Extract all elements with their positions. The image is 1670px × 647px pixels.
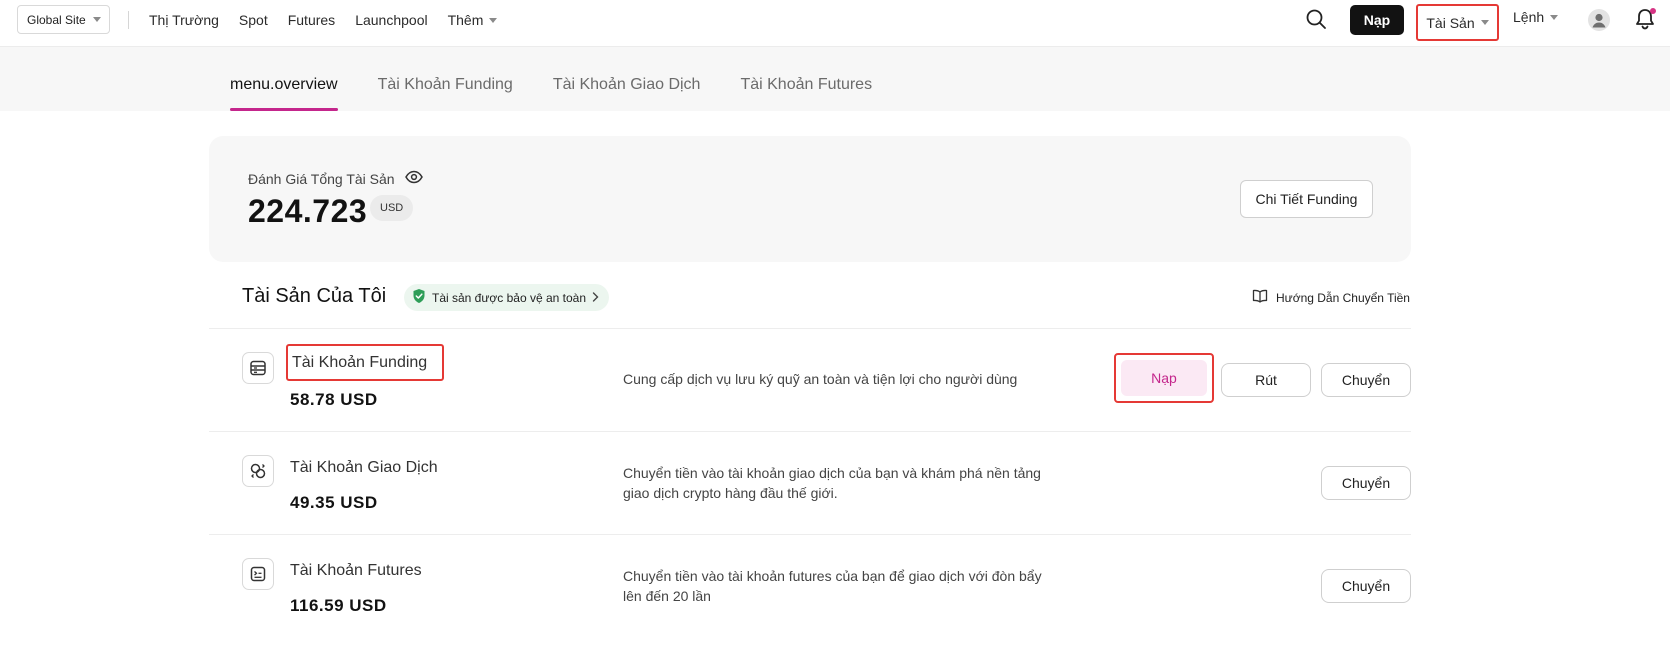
asset-protection-label: Tài sản được bảo vệ an toàn [432, 290, 586, 305]
tab-trading-account[interactable]: Tài Khoản Giao Dịch [553, 47, 701, 111]
nav-spot[interactable]: Spot [239, 12, 268, 28]
chevron-right-icon [592, 291, 599, 305]
account-balance: 58.78 USD [290, 390, 378, 409]
book-icon [1252, 289, 1268, 306]
account-tabs-bar: menu.overview Tài Khoản Funding Tài Khoả… [0, 47, 1670, 111]
account-description-line: Chuyển tiền vào tài khoản giao dịch của … [623, 465, 1041, 481]
notification-bell-icon[interactable] [1634, 7, 1656, 31]
nav-divider [128, 11, 129, 29]
site-selector[interactable]: Global Site [17, 5, 110, 34]
asset-protection-badge[interactable]: Tài sản được bảo vệ an toàn [404, 284, 609, 311]
total-assets-label-row: Đánh Giá Tổng Tài Sản [248, 170, 423, 187]
account-description: Chuyển tiền vào tài khoản futures của bạ… [623, 566, 1053, 606]
funding-deposit-button[interactable]: Nạp [1121, 360, 1207, 396]
chevron-down-icon [489, 17, 498, 23]
chevron-down-icon [1550, 14, 1559, 20]
currency-selector[interactable]: USD [370, 195, 414, 221]
account-balance: 49.35 USD [290, 493, 378, 512]
futures-transfer-button[interactable]: Chuyển [1321, 569, 1411, 603]
account-description: Chuyển tiền vào tài khoản giao dịch của … [623, 463, 1053, 503]
shield-check-icon [412, 288, 426, 307]
trading-account-icon [242, 455, 274, 487]
assets-menu-label: Tài Sản [1426, 14, 1475, 31]
transfer-guide-link[interactable]: Hướng Dẫn Chuyển Tiền [1252, 289, 1410, 306]
site-selector-label: Global Site [27, 12, 86, 27]
eye-icon[interactable] [404, 170, 423, 187]
account-name[interactable]: Tài Khoản Funding [286, 344, 444, 381]
nav-more[interactable]: Thêm [448, 12, 498, 28]
account-name[interactable]: Tài Khoản Futures [290, 562, 422, 580]
my-assets-title: Tài Sản Của Tôi [242, 285, 387, 307]
account-description-line: lên đến 20 lần [623, 588, 711, 604]
notification-dot [1650, 8, 1656, 14]
account-tabs: menu.overview Tài Khoản Funding Tài Khoả… [230, 47, 872, 111]
tab-funding-account[interactable]: Tài Khoản Funding [378, 47, 513, 111]
account-balance: 116.59 USD [290, 596, 387, 615]
trading-transfer-button[interactable]: Chuyển [1321, 466, 1411, 500]
account-name[interactable]: Tài Khoản Giao Dịch [290, 459, 438, 477]
account-row-trading: Tài Khoản Giao Dịch 49.35 USD Chuyển tiề… [209, 431, 1411, 534]
account-description-line: Cung cấp dịch vụ lưu ký quỹ an toàn và t… [623, 371, 1018, 387]
funding-withdraw-button[interactable]: Rút [1221, 363, 1311, 397]
funding-detail-button[interactable]: Chi Tiết Funding [1240, 180, 1373, 218]
avatar[interactable] [1588, 9, 1610, 31]
account-row-funding: Tài Khoản Funding 58.78 USD Cung cấp dịc… [209, 328, 1411, 431]
transfer-guide-label: Hướng Dẫn Chuyển Tiền [1276, 290, 1410, 305]
orders-menu[interactable]: Lệnh [1513, 9, 1559, 25]
tab-futures-account[interactable]: Tài Khoản Futures [740, 47, 872, 111]
total-assets-value: 224.723 [248, 193, 368, 229]
account-description-line: giao dịch crypto hàng đầu thế giới. [623, 485, 838, 501]
futures-account-icon [242, 558, 274, 590]
top-navbar: Global Site Thị Trường Spot Futures Laun… [0, 0, 1670, 47]
main-nav: Thị Trường Spot Futures Launchpool Thêm [149, 0, 498, 40]
nav-markets[interactable]: Thị Trường [149, 12, 219, 28]
funding-account-icon [242, 352, 274, 384]
total-assets-label: Đánh Giá Tổng Tài Sản [248, 170, 395, 187]
nav-launchpool[interactable]: Launchpool [355, 12, 427, 28]
search-icon[interactable] [1305, 8, 1327, 30]
account-description: Cung cấp dịch vụ lưu ký quỹ an toàn và t… [623, 369, 1053, 389]
orders-menu-label: Lệnh [1513, 9, 1545, 25]
tab-overview[interactable]: menu.overview [230, 47, 338, 111]
chevron-down-icon [92, 17, 101, 22]
account-row-futures: Tài Khoản Futures 116.59 USD Chuyển tiền… [209, 534, 1411, 637]
account-description-line: Chuyển tiền vào tài khoản futures của bạ… [623, 568, 1042, 584]
total-assets-card: Đánh Giá Tổng Tài Sản 224.723 USD Chi Ti… [209, 136, 1411, 262]
deposit-highlight: Nạp [1114, 353, 1214, 403]
nav-futures[interactable]: Futures [288, 12, 335, 28]
assets-menu[interactable]: Tài Sản [1416, 4, 1499, 41]
deposit-button[interactable]: Nạp [1350, 5, 1404, 35]
nav-more-label: Thêm [447, 12, 484, 28]
funding-transfer-button[interactable]: Chuyển [1321, 363, 1411, 397]
chevron-down-icon [1480, 20, 1489, 25]
